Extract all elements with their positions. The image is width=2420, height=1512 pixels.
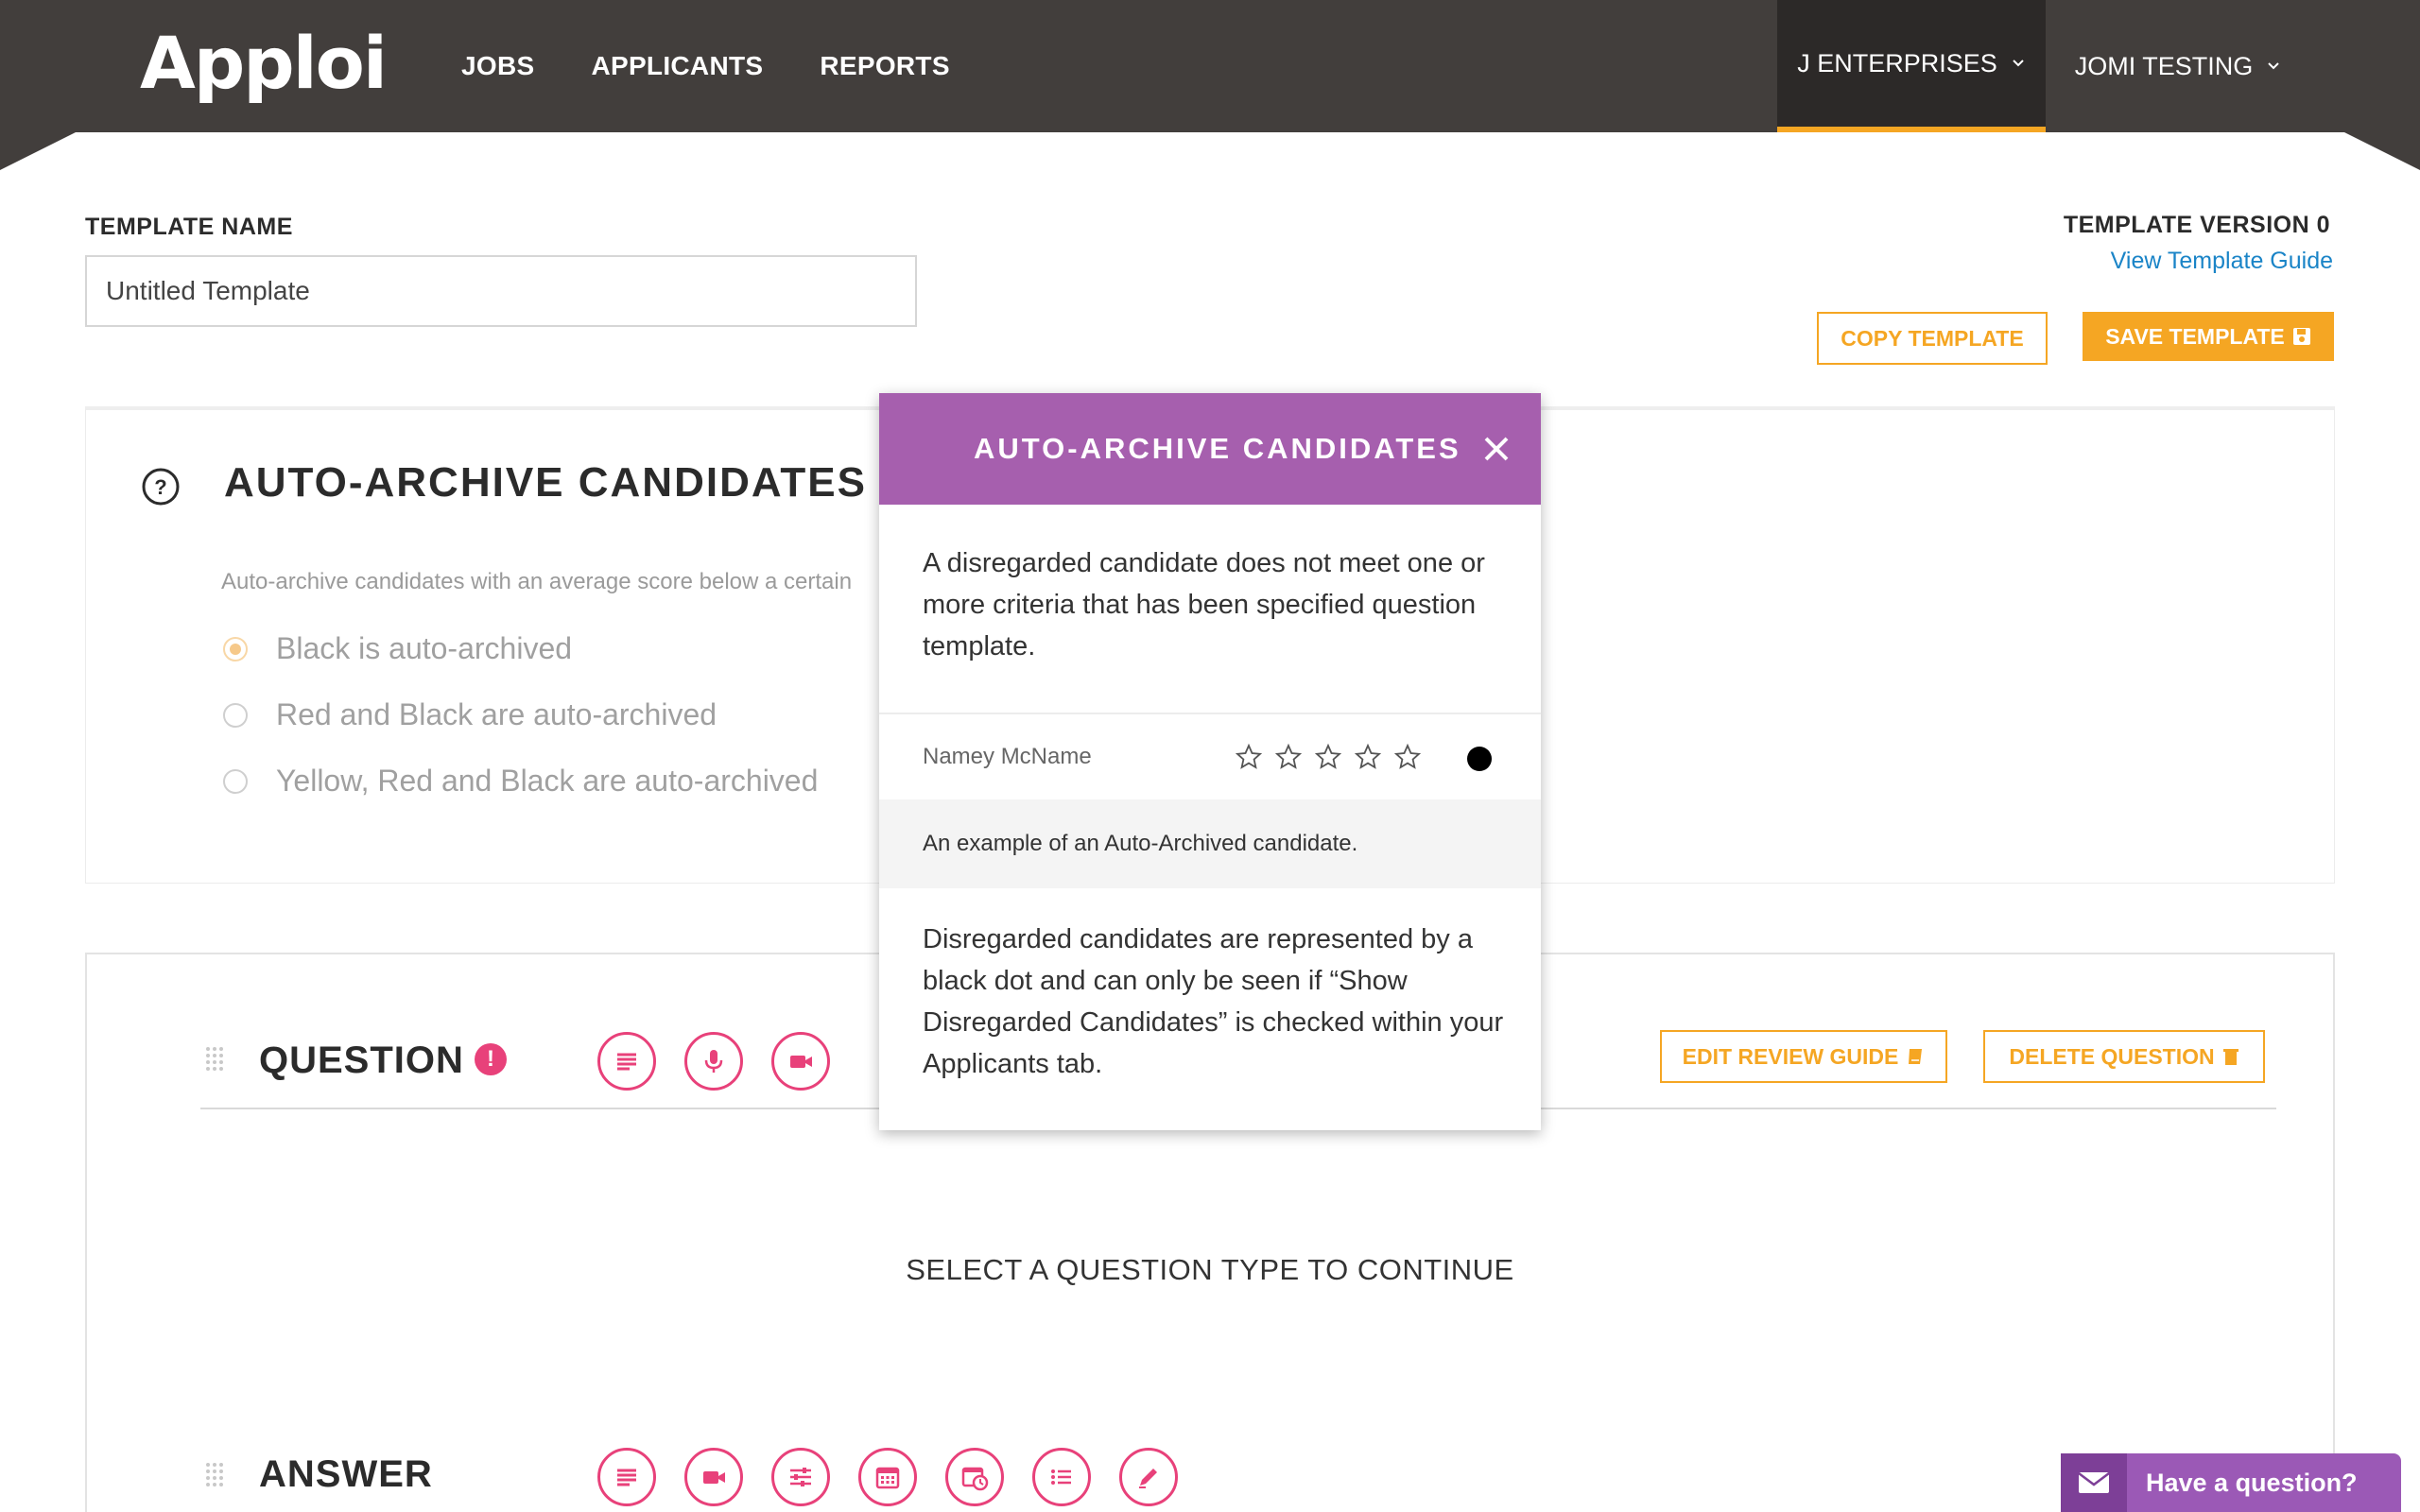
- example-candidate-name: Namey McName: [923, 744, 1092, 769]
- radio-button[interactable]: [223, 702, 248, 728]
- answer-type-text-button[interactable]: [597, 1448, 656, 1506]
- view-template-guide-link[interactable]: View Template Guide: [2111, 248, 2333, 275]
- book-icon: [1909, 1049, 1923, 1064]
- example-caption: An example of an Auto-Archived candidate…: [879, 799, 1541, 888]
- question-title: QUESTION: [259, 1040, 464, 1081]
- chevron-down-icon: [2268, 62, 2279, 70]
- nav-jobs[interactable]: JOBS: [461, 51, 534, 81]
- answer-type-signature-button[interactable]: [1119, 1448, 1178, 1506]
- header-wedge-right: [2344, 132, 2420, 170]
- star-outline-icon: [1354, 743, 1382, 769]
- sliders-icon: [790, 1468, 811, 1486]
- radio-button[interactable]: [223, 768, 248, 794]
- drag-handle-icon[interactable]: [204, 1461, 225, 1489]
- radio-option-red-black[interactable]: Red and Black are auto-archived: [223, 697, 717, 732]
- question-type-text-button[interactable]: [597, 1032, 656, 1091]
- modal-header: AUTO-ARCHIVE CANDIDATES: [879, 393, 1541, 505]
- bulleted-list-icon: [1051, 1469, 1071, 1485]
- help-chat-widget[interactable]: Have a question?: [2061, 1453, 2401, 1512]
- chat-label: Have a question?: [2146, 1468, 2358, 1497]
- org-dropdown-jomi-testing[interactable]: JOMI TESTING: [2046, 0, 2310, 132]
- copy-template-label: COPY TEMPLATE: [1841, 325, 2024, 351]
- video-camera-icon: [790, 1056, 812, 1068]
- answer-type-slider-button[interactable]: [771, 1448, 830, 1506]
- text-lines-icon: [617, 1053, 636, 1071]
- envelope-icon: [2078, 1472, 2110, 1493]
- floppy-disk-icon: [2292, 328, 2310, 345]
- radio-option-label: Red and Black are auto-archived: [276, 697, 717, 731]
- example-candidate-row: Namey McName: [879, 713, 1541, 799]
- template-version-label: TEMPLATE VERSION 0: [2063, 212, 2330, 238]
- template-name-input[interactable]: [85, 255, 917, 327]
- star-outline-icon: [1393, 743, 1422, 769]
- drag-handle-icon[interactable]: [204, 1045, 225, 1074]
- save-template-label: SAVE TEMPLATE: [2105, 323, 2285, 349]
- microphone-icon: [704, 1050, 723, 1073]
- edit-review-guide-label: EDIT REVIEW GUIDE: [1682, 1043, 1899, 1069]
- chat-envelope-container: [2061, 1453, 2127, 1512]
- nav-reports[interactable]: REPORTS: [820, 51, 949, 81]
- save-template-button[interactable]: SAVE TEMPLATE: [2083, 312, 2334, 361]
- star-outline-icon: [1274, 743, 1303, 769]
- star-outline-icon: [1314, 743, 1342, 769]
- copy-template-button[interactable]: COPY TEMPLATE: [1817, 312, 2048, 365]
- help-question-icon[interactable]: ?: [141, 467, 181, 507]
- calendar-clock-icon: [961, 1467, 989, 1491]
- radio-button-selected[interactable]: [223, 636, 248, 662]
- answer-type-video-button[interactable]: [684, 1448, 743, 1506]
- radio-option-black[interactable]: Black is auto-archived: [223, 631, 572, 666]
- radio-option-label: Black is auto-archived: [276, 631, 573, 665]
- main-nav: JOBS APPLICANTS REPORTS: [461, 0, 950, 132]
- auto-archive-info-modal: AUTO-ARCHIVE CANDIDATES A disregarded ca…: [879, 393, 1541, 1130]
- delete-question-label: DELETE QUESTION: [2009, 1043, 2215, 1069]
- header-wedge-left: [0, 132, 76, 170]
- text-lines-icon: [617, 1469, 636, 1486]
- answer-title: ANSWER: [259, 1453, 433, 1495]
- answer-type-schedule-button[interactable]: [945, 1448, 1004, 1506]
- svg-text:?: ?: [154, 475, 166, 499]
- question-alert-icon: !: [475, 1043, 507, 1075]
- edit-review-guide-button[interactable]: EDIT REVIEW GUIDE: [1660, 1030, 1947, 1083]
- video-camera-icon: [703, 1471, 725, 1484]
- question-type-video-button[interactable]: [771, 1032, 830, 1091]
- pencil-icon: [1139, 1469, 1157, 1488]
- radio-option-yellow-red-black[interactable]: Yellow, Red and Black are auto-archived: [223, 764, 818, 799]
- apploi-logo[interactable]: Apploi: [140, 21, 388, 105]
- auto-archive-description: Auto-archive candidates with an average …: [221, 569, 853, 594]
- chevron-down-icon: [2013, 60, 2024, 67]
- answer-type-list-button[interactable]: [1032, 1448, 1091, 1506]
- auto-archive-title: AUTO-ARCHIVE CANDIDATES: [224, 459, 867, 506]
- nav-applicants[interactable]: APPLICANTS: [591, 51, 763, 81]
- modal-paragraph-disregarded: Disregarded candidates are represented b…: [923, 924, 1504, 1079]
- star-outline-icon: [1235, 743, 1263, 769]
- answer-type-date-button[interactable]: [858, 1448, 917, 1506]
- rating-stars: [1235, 743, 1422, 771]
- org-dropdown-j-enterprises[interactable]: J ENTERPRISES: [1777, 0, 2046, 132]
- trash-icon: [2222, 1049, 2238, 1065]
- disregarded-black-dot: [1467, 747, 1492, 771]
- close-icon[interactable]: [1478, 431, 1514, 467]
- radio-option-label: Yellow, Red and Black are auto-archived: [276, 764, 819, 798]
- delete-question-button[interactable]: DELETE QUESTION: [1983, 1030, 2265, 1083]
- top-navigation-bar: Apploi JOBS APPLICANTS REPORTS J ENTERPR…: [0, 0, 2420, 132]
- org-secondary-label: JOMI TESTING: [2074, 51, 2254, 80]
- question-type-audio-button[interactable]: [684, 1032, 743, 1091]
- org-primary-label: J ENTERPRISES: [1797, 48, 1997, 77]
- select-question-type-prompt: SELECT A QUESTION TYPE TO CONTINUE: [906, 1253, 1514, 1286]
- template-name-label: TEMPLATE NAME: [85, 214, 293, 240]
- modal-title: AUTO-ARCHIVE CANDIDATES: [974, 432, 1461, 465]
- calendar-icon: [875, 1467, 900, 1489]
